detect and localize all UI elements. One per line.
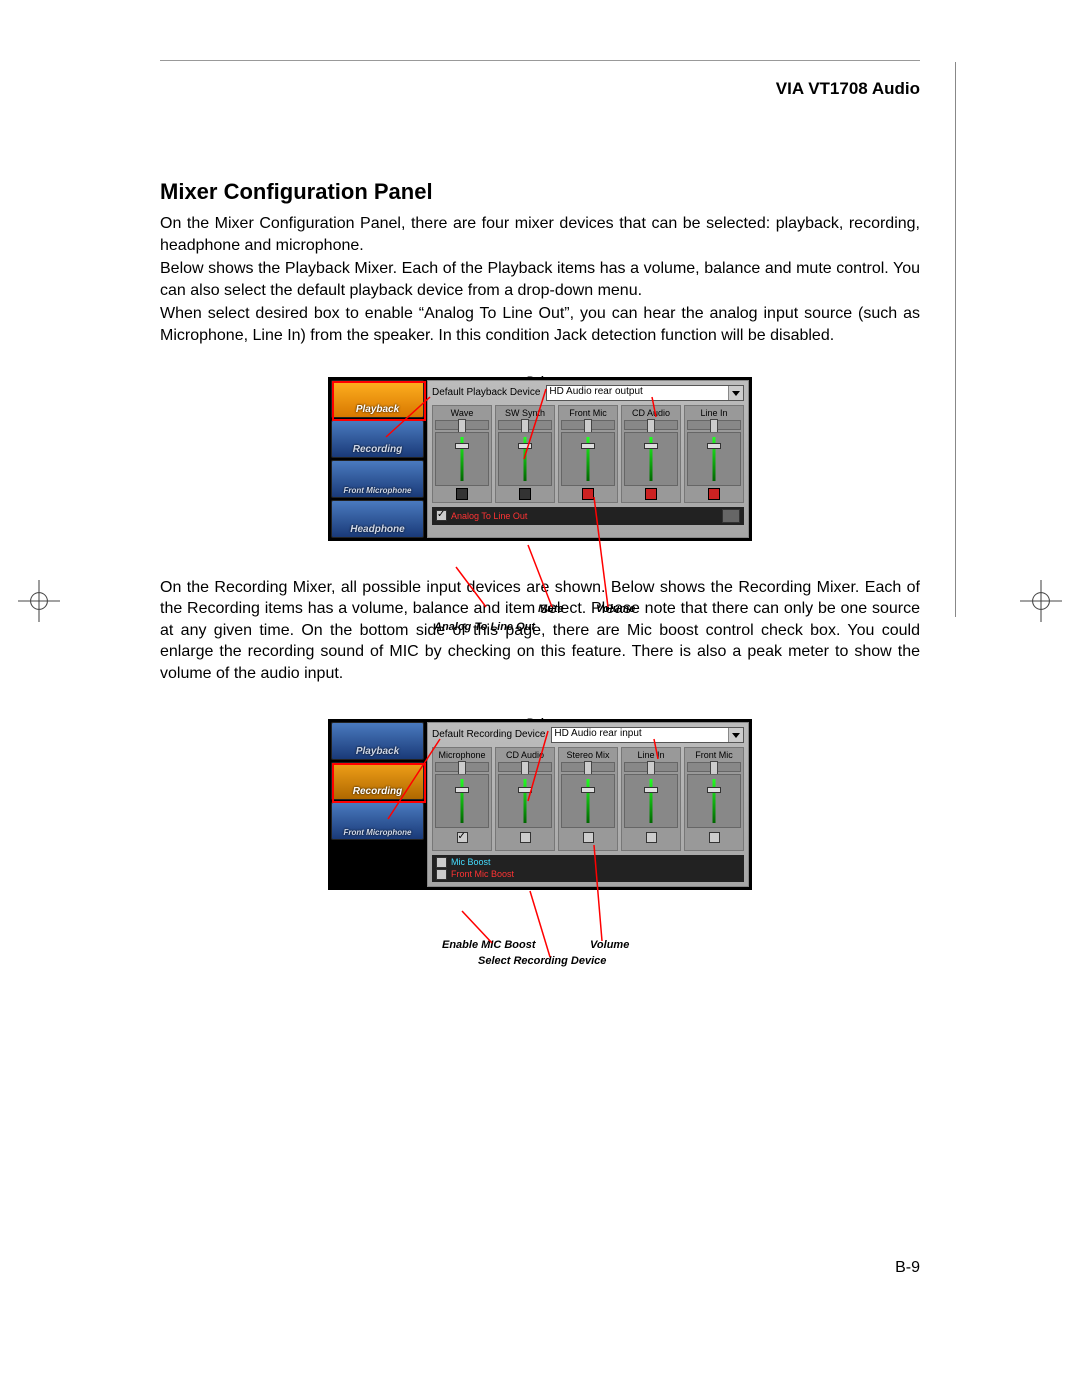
volume-slider[interactable] xyxy=(498,774,552,828)
recording-mixer-figure: Recording Control Balance Default Playba… xyxy=(270,719,810,890)
channel-stereomix: Stereo Mix xyxy=(558,747,618,851)
channel-cdaudio-2: CD Audio xyxy=(495,747,555,851)
default-playback-select[interactable]: HD Audio rear output xyxy=(546,385,744,401)
volume-slider[interactable] xyxy=(561,774,615,828)
mixer-sidebar: Playback Recording Front Microphone Head… xyxy=(331,380,424,538)
callout-volume-1: Volume xyxy=(596,603,635,615)
callout-mute: Mute xyxy=(538,603,564,615)
next-page-button[interactable] xyxy=(722,509,740,523)
analog-lineout-label: Analog To Line Out xyxy=(451,511,527,521)
front-mic-boost-checkbox[interactable] xyxy=(436,869,447,880)
mute-toggle[interactable] xyxy=(645,488,657,500)
select-source-checkbox[interactable] xyxy=(583,832,594,843)
volume-slider[interactable] xyxy=(561,432,615,486)
channel-linein-2: Line In xyxy=(621,747,681,851)
playback-mixer-figure: Playback Control Balance Default Playbac… xyxy=(270,377,810,541)
select-source-checkbox[interactable] xyxy=(646,832,657,843)
balance-slider[interactable] xyxy=(498,762,552,772)
balance-slider[interactable] xyxy=(624,420,678,430)
registration-mark-left xyxy=(18,580,60,622)
volume-slider[interactable] xyxy=(435,432,489,486)
page-number: B-9 xyxy=(895,1259,920,1277)
volume-slider[interactable] xyxy=(624,432,678,486)
channel-cdaudio: CD Audio xyxy=(621,405,681,503)
callout-volume-2: Volume xyxy=(590,939,629,951)
bottom-options: Analog To Line Out xyxy=(432,507,744,525)
sidebar-item-recording[interactable]: Recording xyxy=(331,762,424,800)
sidebar-item-headphone[interactable]: Headphone xyxy=(331,500,424,538)
para-2: Below shows the Playback Mixer. Each of … xyxy=(160,258,920,301)
registration-mark-right xyxy=(1020,580,1062,622)
sidebar-item-playback[interactable]: Playback xyxy=(331,722,424,760)
callout-select-rec: Select Recording Device xyxy=(478,955,606,967)
mic-boost-label: Mic Boost xyxy=(451,857,491,867)
balance-slider[interactable] xyxy=(687,420,741,430)
volume-slider[interactable] xyxy=(498,432,552,486)
section-title: Mixer Configuration Panel xyxy=(160,179,920,205)
para-1: On the Mixer Configuration Panel, there … xyxy=(160,213,920,256)
balance-slider[interactable] xyxy=(435,762,489,772)
channel-frontmic-2: Front Mic xyxy=(684,747,744,851)
mute-toggle[interactable] xyxy=(708,488,720,500)
analog-lineout-checkbox[interactable] xyxy=(436,510,447,521)
mute-toggle[interactable] xyxy=(456,488,468,500)
select-source-checkbox[interactable] xyxy=(520,832,531,843)
balance-slider[interactable] xyxy=(498,420,552,430)
channel-swsynth: SW Synth xyxy=(495,405,555,503)
product-header: VIA VT1708 Audio xyxy=(160,79,920,99)
volume-slider[interactable] xyxy=(435,774,489,828)
mute-toggle[interactable] xyxy=(582,488,594,500)
sidebar-item-recording[interactable]: Recording xyxy=(331,420,424,458)
vertical-rule xyxy=(955,62,956,617)
sidebar-item-front-mic[interactable]: Front Microphone xyxy=(331,460,424,498)
bottom-options-2: Mic Boost Front Mic Boost xyxy=(432,855,744,882)
select-source-checkbox[interactable] xyxy=(709,832,720,843)
para-3: When select desired box to enable “Analo… xyxy=(160,303,920,346)
balance-slider[interactable] xyxy=(561,420,615,430)
balance-slider[interactable] xyxy=(687,762,741,772)
mute-toggle[interactable] xyxy=(519,488,531,500)
callout-analog: Analog To Line Out xyxy=(434,621,535,633)
top-rule xyxy=(160,60,920,61)
callout-enable-mic: Enable MIC Boost xyxy=(442,939,536,951)
mic-boost-checkbox[interactable] xyxy=(436,857,447,868)
volume-slider[interactable] xyxy=(687,774,741,828)
select-source-checkbox[interactable] xyxy=(457,832,468,843)
channel-linein: Line In xyxy=(684,405,744,503)
balance-slider[interactable] xyxy=(624,762,678,772)
para-4: On the Recording Mixer, all possible inp… xyxy=(160,577,920,685)
mixer-sidebar-2: Playback Recording Front Microphone xyxy=(331,722,424,887)
device-label: Default Playback Device xyxy=(432,387,540,398)
device-label-2: Default Recording Device xyxy=(432,729,545,740)
sidebar-item-front-mic[interactable]: Front Microphone xyxy=(331,802,424,840)
balance-slider[interactable] xyxy=(561,762,615,772)
sidebar-item-playback[interactable]: Playback xyxy=(331,380,424,418)
default-recording-select[interactable]: HD Audio rear input xyxy=(551,727,744,743)
channel-microphone: Microphone xyxy=(432,747,492,851)
channel-frontmic: Front Mic xyxy=(558,405,618,503)
balance-slider[interactable] xyxy=(435,420,489,430)
volume-slider[interactable] xyxy=(624,774,678,828)
mixer-main-panel: Default Playback Device HD Audio rear ou… xyxy=(427,380,749,538)
front-mic-boost-label: Front Mic Boost xyxy=(451,869,514,879)
volume-slider[interactable] xyxy=(687,432,741,486)
mixer-main-panel-2: Default Recording Device HD Audio rear i… xyxy=(427,722,749,887)
channel-wave: Wave xyxy=(432,405,492,503)
